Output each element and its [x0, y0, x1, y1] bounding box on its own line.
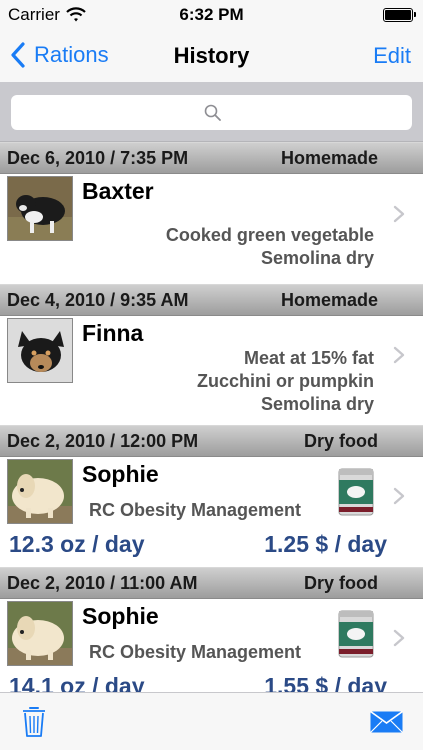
section-header: Dec 2, 2010 / 12:00 PM Dry food [0, 425, 423, 457]
ingredient-list: Cooked green vegetable Semolina dry [166, 224, 374, 270]
ingredient-line: Meat at 15% fat [243, 348, 374, 368]
edit-button[interactable]: Edit [373, 43, 411, 69]
status-bar: Carrier 6:32 PM [0, 0, 423, 30]
dog-name: Finna [82, 320, 144, 346]
chevron-right-icon [393, 205, 405, 223]
section-header: Dec 2, 2010 / 11:00 AM Dry food [0, 567, 423, 599]
ingredient-line: Semolina dry [260, 394, 374, 414]
food-can-icon [338, 610, 374, 658]
section-date: Dec 2, 2010 / 11:00 AM [7, 573, 198, 593]
ration-row-baxter[interactable]: Baxter Cooked green vegetable Semolina d… [0, 174, 423, 284]
search-bar [0, 82, 423, 142]
section-kind: Dry food [304, 573, 378, 593]
ingredient-list: Meat at 15% fat Zucchini or pumpkin Semo… [197, 347, 374, 416]
search-input[interactable] [11, 95, 412, 130]
food-name: RC Obesity Management [89, 642, 302, 662]
section-kind: Homemade [280, 290, 378, 310]
dog-name: Baxter [82, 178, 154, 204]
section-header: Dec 4, 2010 / 9:35 AM Homemade [0, 284, 423, 316]
ration-row-sophie[interactable]: Sophie RC Obesity Management 14.1 oz / d… [0, 599, 423, 692]
clock: 6:32 PM [179, 5, 244, 24]
daily-quantity: 14.1 oz / day [9, 673, 145, 692]
dog-name: Sophie [82, 461, 159, 487]
mail-icon[interactable] [370, 711, 403, 733]
ration-row-finna[interactable]: Finna Meat at 15% fat Zucchini or pumpki… [0, 316, 423, 425]
section-header: Dec 6, 2010 / 7:35 PM Homemade [0, 142, 423, 174]
magnifier-icon [204, 104, 221, 121]
ingredient-line: Semolina dry [260, 248, 374, 268]
dog-photo-finna [7, 318, 73, 383]
daily-cost: 1.25 $ / day [264, 531, 387, 557]
bottom-toolbar [0, 692, 423, 750]
section-kind: Homemade [280, 148, 378, 168]
chevron-right-icon [393, 346, 405, 364]
trash-icon[interactable] [22, 705, 46, 738]
dog-photo-sophie [7, 601, 73, 666]
chevron-right-icon [393, 487, 405, 505]
section-kind: Dry food [304, 431, 378, 451]
daily-quantity: 12.3 oz / day [9, 531, 145, 557]
section-date: Dec 4, 2010 / 9:35 AM [7, 290, 189, 310]
food-name: RC Obesity Management [89, 500, 302, 520]
page-title: History [173, 43, 250, 68]
dog-photo-sophie [7, 459, 73, 524]
ingredient-line: Zucchini or pumpkin [196, 371, 374, 391]
section-date: Dec 2, 2010 / 12:00 PM [7, 431, 199, 451]
chevron-right-icon [393, 629, 405, 647]
dog-name: Sophie [82, 603, 159, 629]
battery-icon [383, 8, 416, 22]
dog-photo-baxter [7, 176, 73, 241]
daily-cost: 1.55 $ / day [264, 673, 387, 692]
food-can-icon [338, 468, 374, 516]
navigation-bar: Rations History Edit [0, 30, 423, 82]
ingredient-line: Cooked green vegetable [165, 225, 374, 245]
ration-row-sophie[interactable]: Sophie RC Obesity Management 12.3 oz / d… [0, 457, 423, 567]
section-date: Dec 6, 2010 / 7:35 PM [7, 148, 189, 168]
